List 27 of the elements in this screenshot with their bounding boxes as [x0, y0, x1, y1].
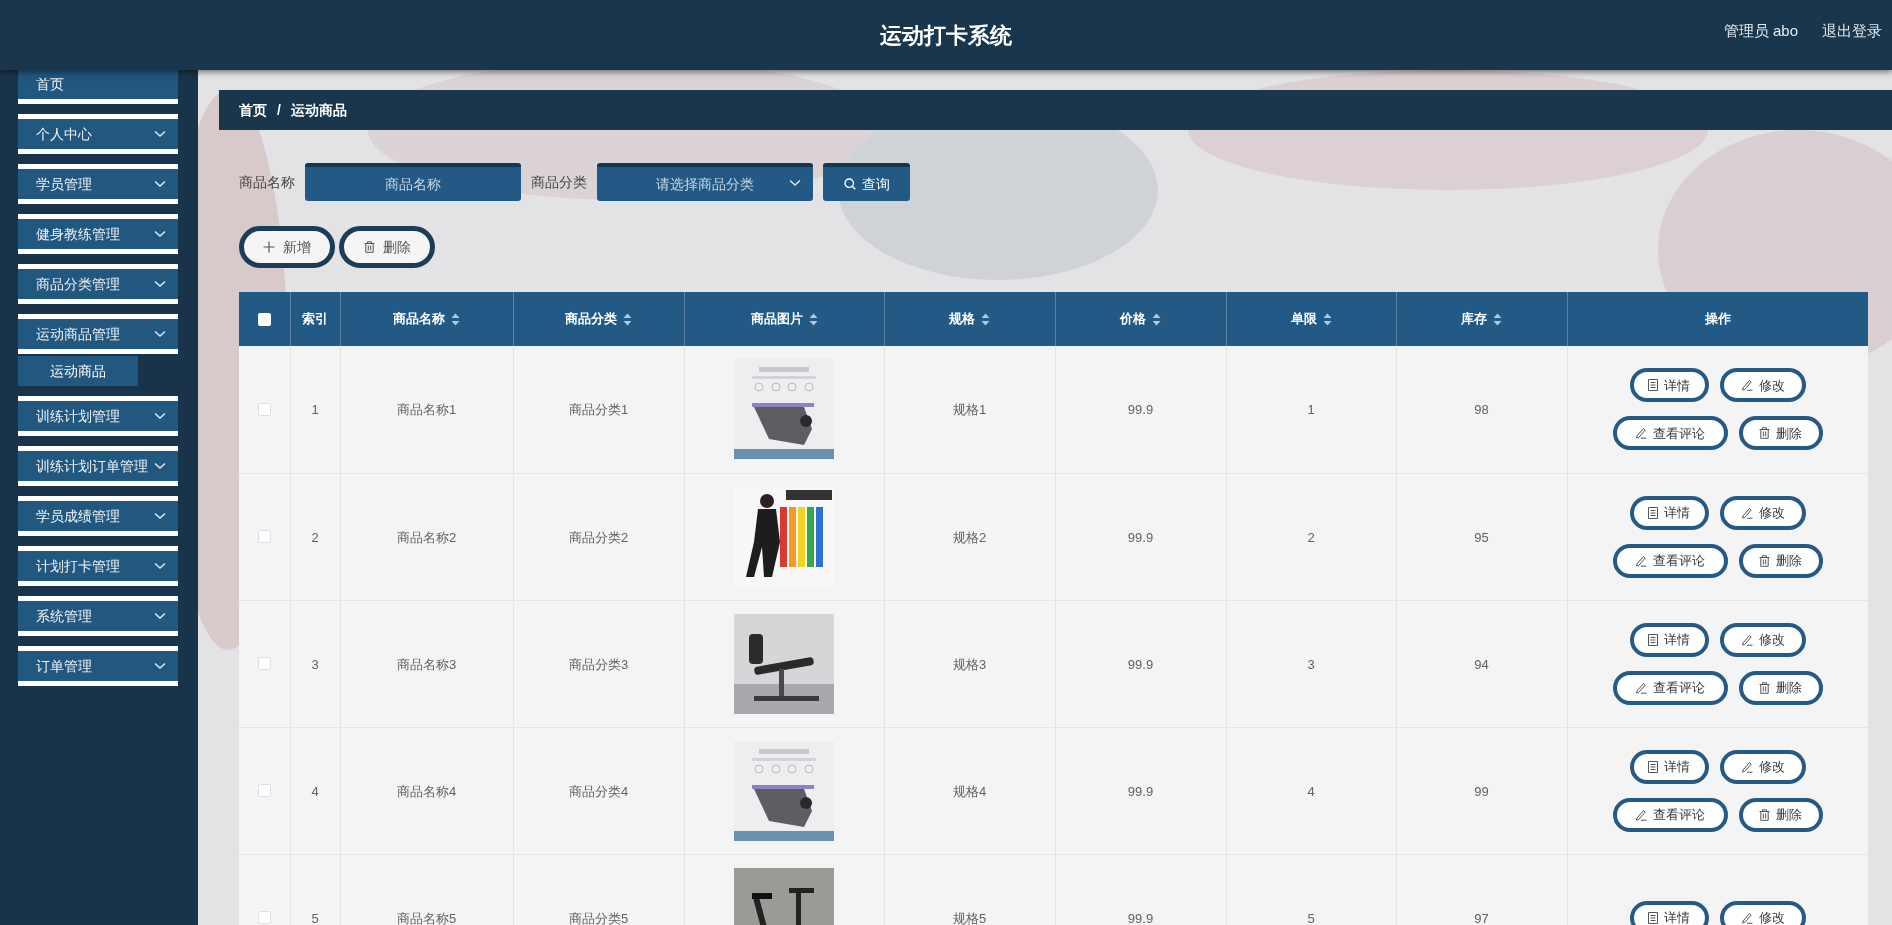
- sidebar-item[interactable]: 学员管理: [18, 164, 178, 204]
- chevron-down-icon: [154, 180, 166, 188]
- chevron-down-icon: [154, 612, 166, 620]
- chevron-down-icon: [154, 330, 166, 338]
- sidebar-item[interactable]: 运动商品管理: [18, 314, 178, 354]
- chevron-down-icon: [154, 662, 166, 670]
- sidebar-item[interactable]: 训练计划管理: [18, 396, 178, 436]
- chevron-down-icon: [154, 230, 166, 238]
- chevron-down-icon: [154, 130, 166, 138]
- chevron-down-icon: [154, 562, 166, 570]
- sidebar-item[interactable]: 首页: [18, 70, 178, 104]
- sidebar-item[interactable]: 订单管理: [18, 646, 178, 686]
- chevron-down-icon: [154, 412, 166, 420]
- app-title: 运动打卡系统: [880, 21, 1012, 50]
- sidebar-item[interactable]: 学员成绩管理: [18, 496, 178, 536]
- chevron-down-icon: [154, 512, 166, 520]
- logout-link[interactable]: 退出登录: [1822, 20, 1882, 43]
- user-label: 管理员 abo: [1723, 21, 1798, 41]
- sidebar-item[interactable]: 个人中心: [18, 114, 178, 154]
- chevron-down-icon: [154, 462, 166, 470]
- sidebar-item[interactable]: 系统管理: [18, 596, 178, 636]
- sidebar-item[interactable]: 计划打卡管理: [18, 546, 178, 586]
- sidebar-item[interactable]: 训练计划订单管理: [18, 446, 178, 486]
- sidebar-item[interactable]: 健身教练管理: [18, 214, 178, 254]
- chevron-down-icon: [154, 280, 166, 288]
- sidebar-item[interactable]: 商品分类管理: [18, 264, 178, 304]
- submenu-item[interactable]: 运动商品: [18, 356, 138, 386]
